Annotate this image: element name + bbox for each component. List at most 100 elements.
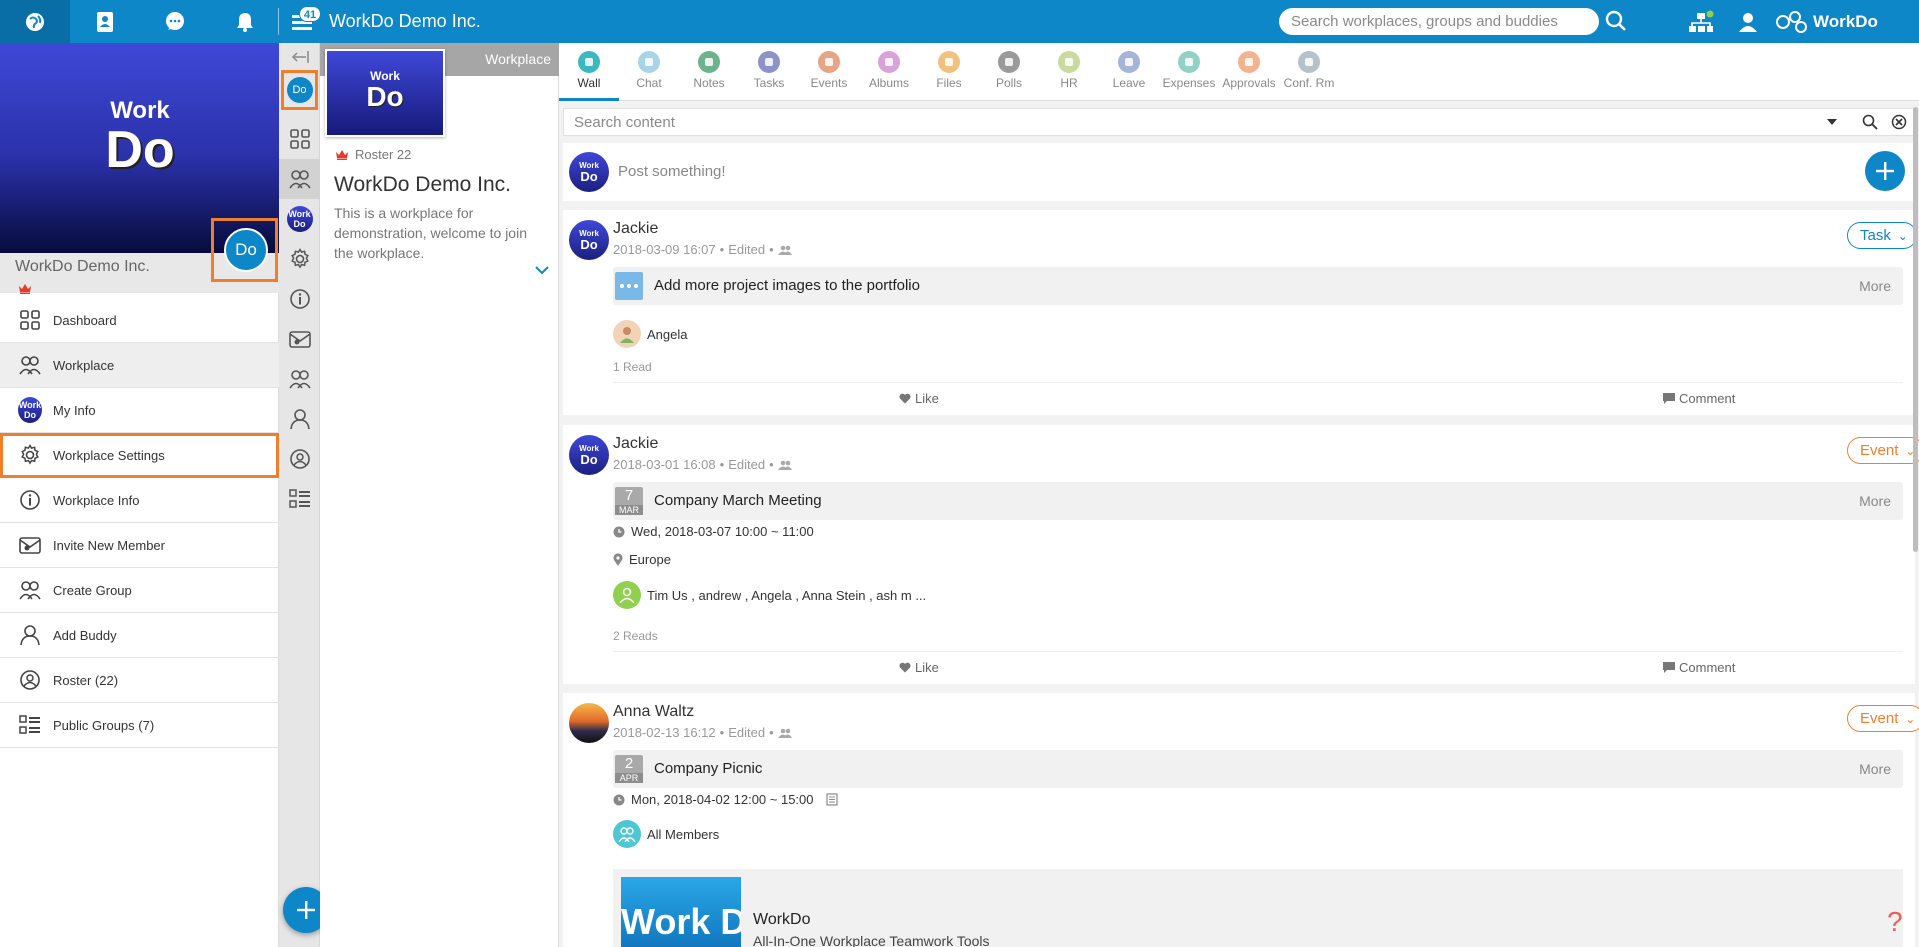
menu-item-roster[interactable]: Roster (22) bbox=[0, 658, 279, 703]
collapse-arrow-icon[interactable] bbox=[279, 43, 320, 71]
event-time-row: Mon, 2018-04-02 12:00 ~ 15:00 bbox=[613, 792, 838, 807]
author-avatar[interactable]: Work Do bbox=[569, 220, 609, 260]
assignee-name[interactable]: Angela bbox=[647, 327, 687, 342]
rail-info-icon[interactable] bbox=[279, 279, 320, 319]
composer-placeholder[interactable]: Post something! bbox=[618, 163, 726, 180]
more-link[interactable]: More bbox=[1859, 761, 1891, 777]
tab-chat[interactable]: Chat bbox=[619, 43, 679, 101]
menu-item-my-info[interactable]: Work Do My Info bbox=[0, 388, 279, 433]
rail-workplace-highlight[interactable]: Do bbox=[281, 70, 318, 110]
link-preview-card[interactable]: Work Do WorkDo All-In-One Workplace Team… bbox=[613, 869, 1903, 947]
rail-grid-icon[interactable] bbox=[279, 119, 320, 159]
menu-item-dashboard[interactable]: Dashboard bbox=[0, 298, 279, 343]
profile-icon[interactable] bbox=[1733, 7, 1763, 37]
rail-workplace-avatar[interactable]: Do bbox=[286, 77, 313, 103]
like-button[interactable]: Like bbox=[899, 391, 939, 406]
tab-polls[interactable]: Polls bbox=[979, 43, 1039, 101]
global-search-input[interactable] bbox=[1279, 8, 1599, 35]
rail-roster-icon[interactable] bbox=[279, 439, 320, 479]
tab-expenses[interactable]: Expenses bbox=[1159, 43, 1219, 101]
rail-gear-icon[interactable] bbox=[279, 239, 320, 279]
post-card: Work Do Jackie 2018-03-09 16:07 • Edited • … bbox=[563, 210, 1917, 415]
search-icon[interactable] bbox=[1604, 9, 1630, 35]
post-title-bar[interactable]: Add more project images to the portfolio… bbox=[613, 267, 1903, 305]
rail-list-icon[interactable] bbox=[279, 479, 320, 519]
location-pin-icon bbox=[613, 553, 623, 566]
workplace-avatar[interactable]: Do bbox=[224, 228, 268, 272]
audience-icon bbox=[777, 245, 792, 255]
contacts-icon[interactable] bbox=[70, 0, 140, 43]
menu-item-workplace-settings[interactable]: Workplace Settings bbox=[0, 433, 279, 478]
bell-icon[interactable] bbox=[210, 0, 280, 43]
tab-wall[interactable]: Wall bbox=[559, 43, 619, 101]
author-avatar[interactable]: Work Do bbox=[569, 435, 609, 475]
globe-icon[interactable] bbox=[0, 0, 70, 43]
rail-invite-icon[interactable] bbox=[279, 319, 320, 359]
more-link[interactable]: More bbox=[1859, 278, 1891, 294]
tab-events[interactable]: Events bbox=[799, 43, 859, 101]
comment-button[interactable]: Comment bbox=[1663, 391, 1735, 406]
search-icon[interactable] bbox=[1862, 114, 1878, 130]
composer-avatar: Work Do bbox=[569, 152, 609, 192]
event-badge[interactable]: Event ⌄ bbox=[1847, 705, 1919, 732]
workplace-logo-card: Work Do bbox=[325, 49, 445, 137]
tab-label: Tasks bbox=[753, 76, 785, 90]
post-title-bar[interactable]: 7 MAR Company March Meeting More bbox=[613, 482, 1903, 520]
chevron-down-icon[interactable] bbox=[535, 266, 549, 275]
event-badge[interactable]: Event ⌄ bbox=[1847, 437, 1919, 464]
assignee-avatar[interactable] bbox=[613, 320, 641, 348]
avatar: Work Do bbox=[18, 397, 42, 423]
dropdown-arrow-icon[interactable] bbox=[1827, 119, 1837, 125]
help-button[interactable]: ? bbox=[1887, 906, 1903, 938]
rail-workplace-icon[interactable] bbox=[279, 159, 320, 199]
attendees-list[interactable]: Tim Us , andrew , Angela , Anna Stein , … bbox=[647, 588, 926, 603]
post-composer[interactable]: Work Do Post something! bbox=[563, 143, 1915, 201]
clear-icon[interactable] bbox=[1891, 114, 1907, 130]
read-count[interactable]: 1 Read bbox=[613, 360, 652, 374]
more-link[interactable]: More bbox=[1859, 493, 1891, 509]
org-chart-icon[interactable] bbox=[1686, 7, 1716, 37]
menu-item-public-groups[interactable]: Public Groups (7) bbox=[0, 703, 279, 748]
tab-albums[interactable]: Albums bbox=[859, 43, 919, 101]
tab-tasks[interactable]: Tasks bbox=[739, 43, 799, 101]
workplace-avatar-highlight[interactable]: Do bbox=[211, 218, 278, 282]
menu-item-invite-new-member[interactable]: Invite New Member bbox=[0, 523, 279, 568]
tab-icon bbox=[1058, 51, 1080, 73]
workplace-roster[interactable]: Roster 22 bbox=[335, 147, 411, 162]
tab-hr[interactable]: HR bbox=[1039, 43, 1099, 101]
menu-item-add-buddy[interactable]: Add Buddy bbox=[0, 613, 279, 658]
comment-button[interactable]: Comment bbox=[1663, 660, 1735, 675]
post-author[interactable]: Jackie bbox=[613, 435, 658, 453]
rail-group-icon[interactable] bbox=[279, 359, 320, 399]
add-post-button[interactable] bbox=[1865, 151, 1905, 191]
post-author[interactable]: Jackie bbox=[613, 220, 658, 238]
feed-scrollbar[interactable] bbox=[1913, 107, 1918, 552]
chat-icon[interactable] bbox=[140, 0, 210, 43]
menu-item-workplace[interactable]: Workplace bbox=[0, 343, 279, 388]
list-icon bbox=[18, 713, 42, 737]
top-bar: 41 WorkDo Demo Inc. WorkDo bbox=[0, 0, 1919, 43]
post-title-bar[interactable]: 2 APR Company Picnic More bbox=[613, 750, 1903, 788]
like-button[interactable]: Like bbox=[899, 660, 939, 675]
post-author[interactable]: Anna Waltz bbox=[613, 703, 694, 721]
rail-buddy-icon[interactable] bbox=[279, 399, 320, 439]
tab-notes[interactable]: Notes bbox=[679, 43, 739, 101]
note-icon[interactable] bbox=[825, 793, 838, 806]
read-count[interactable]: 2 Reads bbox=[613, 629, 658, 643]
tab-files[interactable]: Files bbox=[919, 43, 979, 101]
author-avatar[interactable] bbox=[569, 703, 609, 743]
menu-item-create-group[interactable]: Create Group bbox=[0, 568, 279, 613]
attendees-list[interactable]: All Members bbox=[647, 827, 719, 842]
menu-item-workplace-info[interactable]: Workplace Info bbox=[0, 478, 279, 523]
company-title[interactable]: WorkDo Demo Inc. bbox=[329, 0, 481, 43]
tab-approvals[interactable]: Approvals bbox=[1219, 43, 1279, 101]
task-badge[interactable]: Task ⌄ bbox=[1847, 222, 1917, 249]
post-meta: 2018-02-13 16:12 • Edited • bbox=[613, 725, 792, 740]
tab-label: Events bbox=[810, 76, 848, 90]
rail-my-info-avatar[interactable]: Work Do bbox=[279, 199, 320, 239]
tab-conf-rm[interactable]: Conf. Rm bbox=[1279, 43, 1339, 101]
tab-leave[interactable]: Leave bbox=[1099, 43, 1159, 101]
grid-icon bbox=[18, 308, 42, 332]
content-search-input[interactable] bbox=[564, 109, 1814, 135]
heart-icon bbox=[899, 662, 911, 673]
